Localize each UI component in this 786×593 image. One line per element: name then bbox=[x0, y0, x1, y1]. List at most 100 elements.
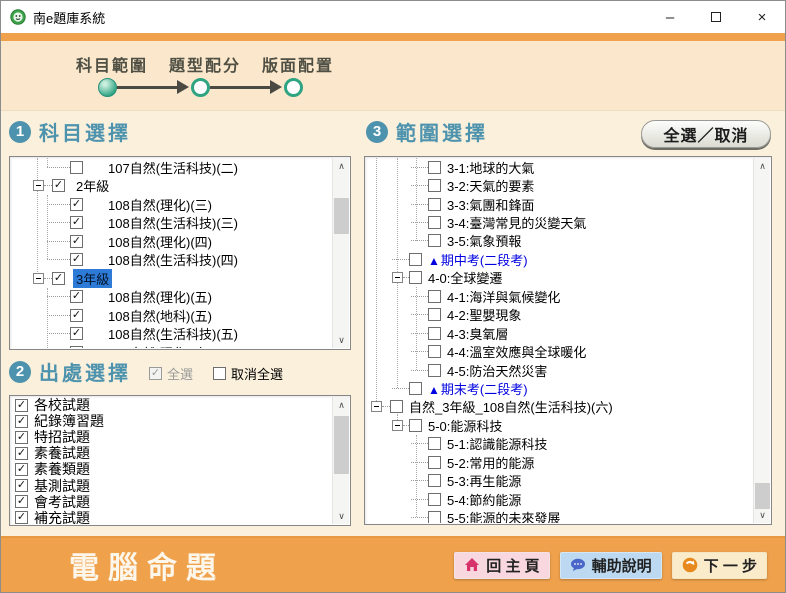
checkbox[interactable] bbox=[428, 364, 441, 377]
next-button[interactable]: 下 一 步 bbox=[672, 552, 767, 579]
checkbox[interactable] bbox=[428, 198, 441, 211]
checkbox[interactable]: ✓ bbox=[15, 399, 28, 412]
checkbox[interactable] bbox=[409, 271, 422, 284]
tree-item[interactable]: 108自然(理化)(六) bbox=[11, 343, 332, 348]
tree-item[interactable]: 4-4:溫室效應與全球暖化 bbox=[366, 342, 753, 360]
checkbox[interactable]: ✓ bbox=[70, 235, 83, 248]
subject-tree-scrollbar[interactable]: ∧ ∨ bbox=[332, 158, 349, 348]
tree-item[interactable]: 4-3:臭氧層 bbox=[366, 324, 753, 342]
tree-item[interactable]: 107自然(生活科技)(二) bbox=[11, 158, 332, 177]
checkbox[interactable] bbox=[428, 290, 441, 303]
select-all-checkbox[interactable]: ✓ bbox=[149, 367, 162, 380]
checkbox[interactable] bbox=[409, 253, 422, 266]
tree-item[interactable]: ✓108自然(生活科技)(四) bbox=[11, 251, 332, 270]
checkbox[interactable]: ✓ bbox=[15, 463, 28, 476]
checkbox[interactable] bbox=[428, 474, 441, 487]
toggle-all-button[interactable]: 全選／取消 bbox=[641, 120, 771, 148]
expand-toggle-icon[interactable] bbox=[392, 272, 403, 283]
checkbox[interactable]: ✓ bbox=[70, 309, 83, 322]
scroll-up-icon[interactable]: ∧ bbox=[333, 397, 350, 413]
checkbox[interactable] bbox=[428, 161, 441, 174]
checkbox[interactable] bbox=[428, 179, 441, 192]
tree-item[interactable]: ✓3年級 bbox=[11, 269, 332, 288]
checkbox[interactable] bbox=[428, 308, 441, 321]
scroll-down-icon[interactable]: ∨ bbox=[754, 507, 771, 523]
checkbox[interactable] bbox=[428, 345, 441, 358]
checkbox[interactable]: ✓ bbox=[15, 447, 28, 460]
step-circle-current[interactable] bbox=[98, 78, 117, 97]
home-button[interactable]: 回 主 頁 bbox=[454, 552, 549, 579]
tree-item[interactable]: 5-5:能源的未來發展 bbox=[366, 508, 753, 523]
tree-item[interactable]: 3-3:氣團和鋒面 bbox=[366, 195, 753, 213]
checkbox[interactable]: ✓ bbox=[70, 198, 83, 211]
checkbox[interactable] bbox=[428, 234, 441, 247]
checkbox[interactable] bbox=[70, 346, 83, 348]
checkbox[interactable] bbox=[390, 400, 403, 413]
tree-item[interactable]: 5-4:節約能源 bbox=[366, 490, 753, 508]
tree-item[interactable]: 4-1:海洋與氣候變化 bbox=[366, 287, 753, 305]
tree-item[interactable]: 3-1:地球的大氣 bbox=[366, 158, 753, 176]
scroll-down-icon[interactable]: ∨ bbox=[333, 508, 350, 524]
tree-item[interactable]: 4-0:全球變遷 bbox=[366, 269, 753, 287]
scrollbar-thumb[interactable] bbox=[334, 198, 349, 234]
tree-item[interactable]: 3-2:天氣的要素 bbox=[366, 176, 753, 194]
tree-item[interactable]: ✓108自然(理化)(五) bbox=[11, 288, 332, 307]
range-tree-scrollbar[interactable]: ∧ ∨ bbox=[753, 158, 770, 523]
checkbox[interactable]: ✓ bbox=[15, 431, 28, 444]
checkbox[interactable] bbox=[428, 327, 441, 340]
tree-item[interactable]: 4-5:防治天然災害 bbox=[366, 361, 753, 379]
tree-item[interactable]: 5-2:常用的能源 bbox=[366, 453, 753, 471]
tree-item[interactable]: 4-2:聖嬰現象 bbox=[366, 306, 753, 324]
checkbox[interactable] bbox=[428, 456, 441, 469]
tree-item[interactable]: 5-1:認識能源科技 bbox=[366, 435, 753, 453]
checkbox[interactable]: ✓ bbox=[70, 253, 83, 266]
tree-item[interactable]: ✓108自然(理化)(三) bbox=[11, 195, 332, 214]
checkbox[interactable]: ✓ bbox=[15, 511, 28, 524]
tree-item[interactable]: ▲期中考(二段考) bbox=[366, 250, 753, 268]
tree-item[interactable]: ✓108自然(理化)(四) bbox=[11, 232, 332, 251]
step-circle-upcoming[interactable] bbox=[284, 78, 303, 97]
checkbox[interactable]: ✓ bbox=[15, 495, 28, 508]
expand-toggle-icon[interactable] bbox=[33, 273, 44, 284]
maximize-button[interactable] bbox=[693, 1, 739, 33]
checkbox[interactable] bbox=[428, 511, 441, 523]
tree-item[interactable]: ✓2年級 bbox=[11, 177, 332, 196]
source-list-scrollbar[interactable]: ∧ ∨ bbox=[332, 397, 349, 524]
scrollbar-thumb[interactable] bbox=[334, 416, 349, 474]
tree-item[interactable]: 5-0:能源科技 bbox=[366, 416, 753, 434]
tree-item[interactable]: 3-5:氣象預報 bbox=[366, 232, 753, 250]
tree-item[interactable]: ✓108自然(生活科技)(三) bbox=[11, 214, 332, 233]
deselect-all-option[interactable]: 取消全選 bbox=[213, 364, 283, 383]
expand-toggle-icon[interactable] bbox=[371, 401, 382, 412]
checkbox[interactable] bbox=[428, 493, 441, 506]
scroll-down-icon[interactable]: ∨ bbox=[333, 332, 350, 348]
checkbox[interactable]: ✓ bbox=[70, 327, 83, 340]
expand-toggle-icon[interactable] bbox=[33, 180, 44, 191]
checkbox[interactable] bbox=[428, 437, 441, 450]
tree-item[interactable]: 自然_3年級_108自然(生活科技)(六) bbox=[366, 398, 753, 416]
scrollbar-thumb[interactable] bbox=[755, 483, 770, 509]
minimize-button[interactable]: – bbox=[647, 1, 693, 33]
checkbox[interactable] bbox=[409, 419, 422, 432]
tree-item[interactable]: 5-3:再生能源 bbox=[366, 471, 753, 489]
expand-toggle-icon[interactable] bbox=[392, 420, 403, 431]
tree-item[interactable]: 3-4:臺灣常見的災變天氣 bbox=[366, 213, 753, 231]
checkbox[interactable]: ✓ bbox=[52, 272, 65, 285]
help-button[interactable]: 輔助說明 bbox=[560, 552, 662, 579]
scroll-up-icon[interactable]: ∧ bbox=[754, 158, 771, 174]
step-circle-upcoming[interactable] bbox=[191, 78, 210, 97]
deselect-all-checkbox[interactable] bbox=[213, 367, 226, 380]
tree-item[interactable]: ▲期末考(二段考) bbox=[366, 379, 753, 397]
tree-item[interactable]: ✓108自然(生活科技)(五) bbox=[11, 325, 332, 344]
checkbox[interactable] bbox=[409, 382, 422, 395]
scroll-up-icon[interactable]: ∧ bbox=[333, 158, 350, 174]
checkbox[interactable]: ✓ bbox=[70, 216, 83, 229]
tree-item[interactable]: ✓108自然(地科)(五) bbox=[11, 306, 332, 325]
checkbox[interactable]: ✓ bbox=[15, 479, 28, 492]
checkbox[interactable] bbox=[428, 216, 441, 229]
source-item[interactable]: ✓補充試題 bbox=[11, 510, 332, 524]
close-button[interactable]: × bbox=[739, 1, 785, 33]
checkbox[interactable]: ✓ bbox=[70, 290, 83, 303]
checkbox[interactable]: ✓ bbox=[52, 179, 65, 192]
checkbox[interactable] bbox=[70, 161, 83, 174]
